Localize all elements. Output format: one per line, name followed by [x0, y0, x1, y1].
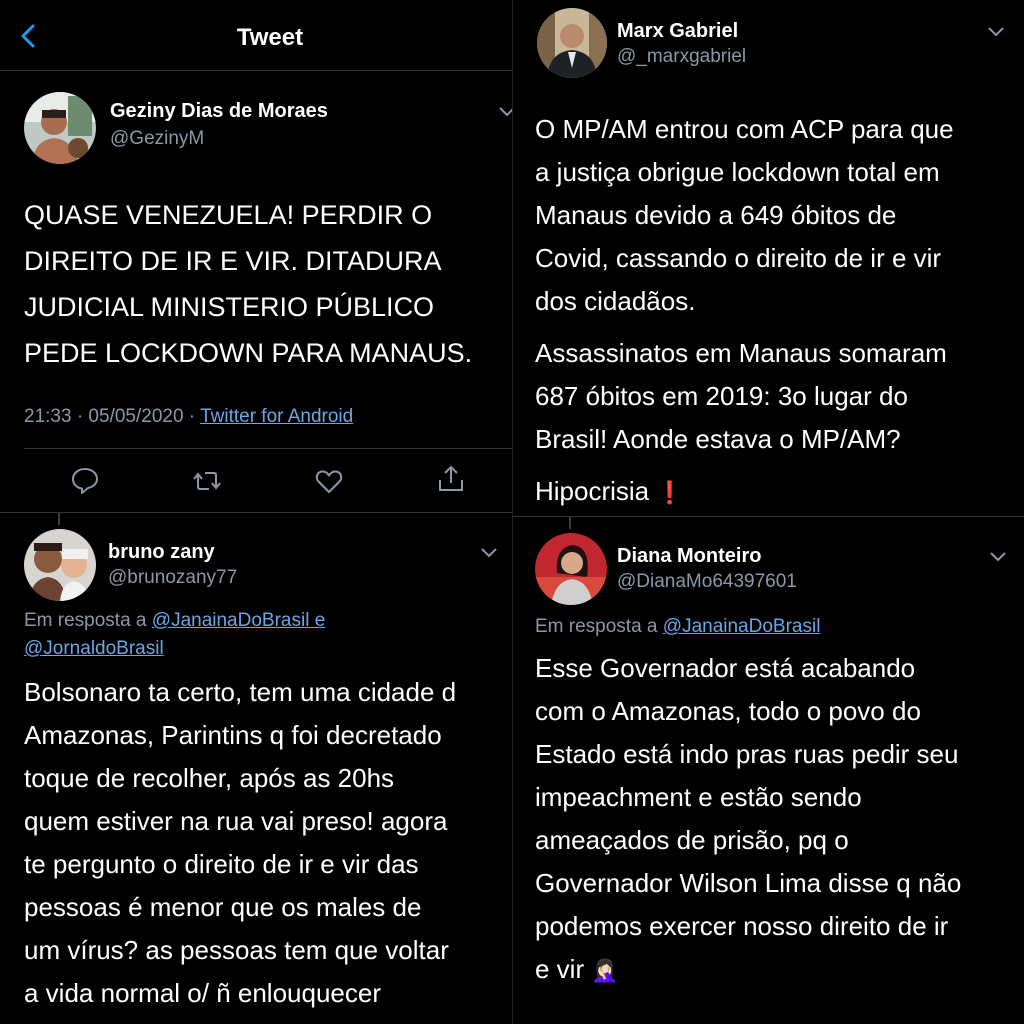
tweet-text-paragraph-1: O MP/AM entrou com ACP para que a justiç… [535, 108, 1023, 323]
chevron-down-icon[interactable] [987, 26, 1005, 38]
text-line: pessoas é menor que os males de [24, 892, 422, 922]
text-line: quem estiver na rua vai preso! agora [24, 806, 448, 836]
text-line: Bolsonaro ta certo, tem uma cidade d [24, 677, 457, 707]
avatar[interactable] [537, 8, 607, 78]
text-line: e vir [535, 954, 585, 984]
text-line: a justiça obrigue lockdown total em [535, 157, 940, 187]
text-line: Hipocrisia [535, 476, 650, 506]
timestamp: 21:33 · 05/05/2020 · [24, 406, 201, 427]
author-name[interactable]: bruno zany [108, 541, 215, 564]
avatar[interactable] [535, 533, 607, 605]
text-line: podemos exercer nosso direito de ir [535, 911, 949, 941]
reply-context: Em resposta a @JanainaDoBrasil [535, 613, 1005, 641]
share-icon[interactable] [436, 464, 466, 494]
tweet-text: Bolsonaro ta certo, tem uma cidade d Ama… [24, 671, 512, 1015]
reply-prefix: Em resposta a [24, 610, 152, 631]
text-line: Assassinatos em Manaus somaram [535, 338, 947, 368]
text-line: QUASE VENEZUELA! PERDIR O [24, 200, 433, 230]
like-icon[interactable] [314, 466, 344, 496]
avatar[interactable] [24, 92, 96, 164]
author-handle[interactable]: @DianaMo64397601 [617, 571, 797, 593]
author-handle[interactable]: @_marxgabriel [617, 46, 746, 68]
text-line: impeachment e estão sendo [535, 782, 862, 812]
facepalm-emoji: 🤦🏻‍♀️ [591, 958, 619, 983]
text-line: um vírus? as pessoas tem que voltar [24, 935, 449, 965]
source-link[interactable]: Twitter for Android [200, 406, 353, 427]
author-handle[interactable]: @brunozany77 [108, 567, 237, 589]
text-line: te pergunto o direito de ir e vir das [24, 849, 419, 879]
author-handle[interactable]: @GezinyM [110, 128, 204, 150]
text-line: com o Amazonas, todo o povo do [535, 696, 921, 726]
mention-link[interactable]: @JanainaDoBrasil e [152, 610, 326, 631]
mention-link[interactable]: @JanainaDoBrasil [663, 616, 821, 637]
exclamation-emoji: ❗ [656, 480, 684, 505]
chevron-down-icon[interactable] [480, 547, 498, 559]
text-line: Covid, cassando o direito de ir e vir [535, 243, 942, 273]
text-line: ameaçados de prisão, pq o [535, 825, 849, 855]
text-line: Manaus devido a 649 óbitos de [535, 200, 897, 230]
tweet-panel-geziny: Tweet Geziny Dias de Moraes @GezinyM QUA… [0, 0, 512, 512]
tweet-meta: 21:33 · 05/05/2020 · Twitter for Android [24, 406, 353, 428]
mention-link[interactable]: @JornaldoBrasil [24, 638, 164, 659]
reply-icon[interactable] [70, 465, 100, 495]
tweet-panel-bruno: bruno zany @brunozany77 Em resposta a @J… [0, 512, 512, 1024]
text-line: Estado está indo pras ruas pedir seu [535, 739, 959, 769]
avatar[interactable] [24, 529, 96, 601]
author-name[interactable]: Geziny Dias de Moraes [110, 100, 328, 123]
text-line: Brasil! Aonde estava o MP/AM? [535, 424, 901, 454]
text-line: PEDE LOCKDOWN PARA MANAUS. [24, 338, 473, 368]
tweet-text: Esse Governador está acabando com o Amaz… [535, 647, 1023, 992]
chevron-down-icon[interactable] [498, 106, 512, 118]
author-name[interactable]: Marx Gabriel [617, 20, 738, 43]
divider [24, 448, 512, 449]
reply-prefix: Em resposta a [535, 616, 663, 637]
tweet-text-paragraph-3: Hipocrisia ❗ [535, 470, 1023, 514]
text-line: a vida normal o/ ñ enlouquecer [24, 978, 382, 1008]
page-title: Tweet [236, 24, 304, 51]
text-line: DIREITO DE IR E VIR. DITADURA [24, 246, 442, 276]
tweet-panel-diana: Diana Monteiro @DianaMo64397601 Em respo… [512, 516, 1024, 1024]
text-line: 687 óbitos em 2019: 3o lugar do [535, 381, 908, 411]
text-line: O MP/AM entrou com ACP para que [535, 114, 954, 144]
author-name[interactable]: Diana Monteiro [617, 545, 761, 568]
retweet-icon[interactable] [192, 466, 222, 496]
thread-line [569, 517, 571, 529]
chevron-down-icon[interactable] [989, 551, 1007, 563]
text-line: Governador Wilson Lima disse q não [535, 868, 962, 898]
reply-context: Em resposta a @JanainaDoBrasil e @Jornal… [24, 607, 494, 663]
text-line: Esse Governador está acabando [535, 653, 916, 683]
text-line: dos cidadãos. [535, 286, 696, 316]
tweet-text-paragraph-2: Assassinatos em Manaus somaram 687 óbito… [535, 332, 1023, 461]
tweet-panel-marx: Marx Gabriel @_marxgabriel O MP/AM entro… [512, 0, 1024, 516]
text-line: toque de recolher, após as 20hs [24, 763, 395, 793]
tweet-text: QUASE VENEZUELA! PERDIR O DIREITO DE IR … [24, 192, 512, 376]
text-line: JUDICIAL MINISTERIO PÚBLICO [24, 292, 435, 322]
thread-line [58, 513, 60, 525]
top-bar: Tweet [0, 0, 512, 71]
text-line: Amazonas, Parintins q foi decretado [24, 720, 442, 750]
